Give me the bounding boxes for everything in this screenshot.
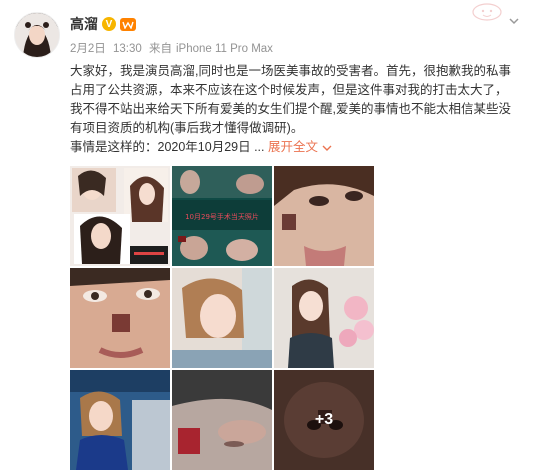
post-line: 占用了公共资源，本来不应该在这个时候发声，但是这件事对我的打击太大了，: [70, 83, 508, 97]
post-source-prefix: 来自: [148, 43, 172, 55]
avatar[interactable]: [14, 12, 60, 58]
post-line-last: 事情是这样的：2020年10月29日 ... 展开全文: [70, 138, 530, 157]
username-text[interactable]: 高溜: [70, 14, 98, 34]
gallery-image-1[interactable]: [70, 166, 170, 266]
watermark-logo-icon: [472, 3, 502, 21]
post-meta: 2月2日 13:30 来自 iPhone 11 Pro Max: [70, 40, 277, 56]
vip-icon: [120, 17, 136, 31]
gallery-image-8[interactable]: [172, 370, 272, 470]
post-line: 大家好，我是演员高溜,同时也是一场医美事故的受害者。首先，很抱歉我的私事: [70, 64, 511, 78]
post-line: 有项目资质的机构(事后我才懂得做调研)。: [70, 121, 304, 135]
post-line: 我不得不站出来给天下所有爱美的女生们提个醒,爱美的事情也不能太相信某些没: [70, 102, 511, 116]
gallery-image-9[interactable]: +3: [274, 370, 374, 470]
post-date[interactable]: 2月2日: [70, 43, 106, 55]
verified-icon: V: [102, 17, 116, 31]
thumb-caption: 10月29号手术当天照片: [185, 212, 259, 221]
gallery-image-4[interactable]: [70, 268, 170, 368]
post-line-last-text: 事情是这样的：2020年10月29日 ...: [70, 140, 265, 154]
gallery-image-6[interactable]: [274, 268, 374, 368]
chevron-down-icon[interactable]: [322, 144, 332, 152]
gallery-image-3[interactable]: [274, 166, 374, 266]
weibo-post-card: 高溜 V 2月2日 13:30 来自 iPhone 11 Pro Max 大家好，…: [0, 0, 537, 473]
post-time[interactable]: 13:30: [113, 43, 142, 55]
post-body: 大家好，我是演员高溜,同时也是一场医美事故的受害者。首先，很抱歉我的私事 占用了…: [70, 62, 530, 157]
post-device: iPhone 11 Pro Max: [175, 43, 273, 55]
gallery-image-2[interactable]: 10月29号手术当天照片: [172, 166, 272, 266]
more-images-overlay[interactable]: +3: [274, 370, 374, 470]
username[interactable]: 高溜 V: [70, 14, 136, 34]
image-gallery: 10月29号手术当天照片 +3: [70, 166, 374, 470]
expand-full-text-link[interactable]: 展开全文: [268, 140, 332, 154]
expand-label[interactable]: 展开全文: [268, 140, 318, 154]
gallery-image-7[interactable]: [70, 370, 170, 470]
chevron-down-icon[interactable]: [507, 14, 521, 28]
gallery-image-5[interactable]: [172, 268, 272, 368]
